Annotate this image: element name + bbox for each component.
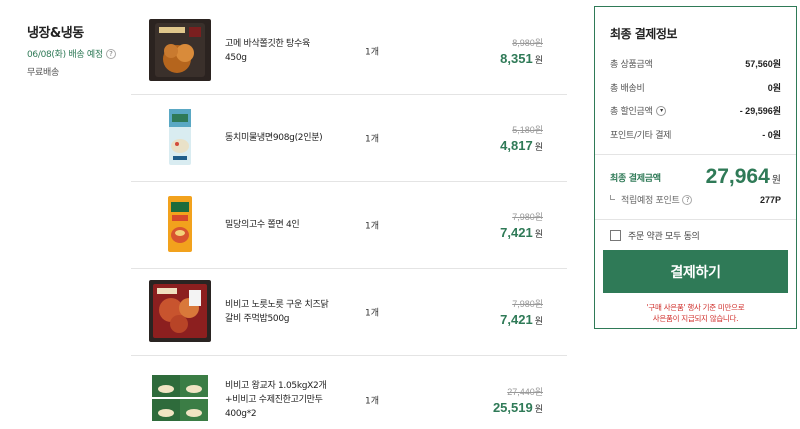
gift-notice: '구매 사은품' 행사 기준 미만으로 사은품이 지급되지 않습니다. xyxy=(595,302,796,324)
product-name[interactable]: 비비고 왕교자 1.05kgX2개+비비고 수제진한고기만두400g*2 xyxy=(225,379,333,421)
product-image[interactable] xyxy=(149,106,211,168)
final-total-row: 최종 결제금액 27,964 원 xyxy=(610,165,781,189)
product-image[interactable] xyxy=(149,280,211,342)
product-name[interactable]: 고메 바삭쫄깃한 탕수육 450g xyxy=(225,37,333,65)
row-value: - 29,596원 xyxy=(739,106,781,116)
row-label: 포인트/기타 결제 xyxy=(610,131,672,141)
summary-title: 최종 결제정보 xyxy=(610,27,677,41)
product-price: 27,440원 25,519 원 xyxy=(493,385,543,415)
cart-item: 밀당의고수 쫄면 4인 1개 7,980원 7,421 원 xyxy=(131,182,567,269)
expected-points-row: 적립예정 포인트 ? 277P xyxy=(610,193,781,206)
points-label: 적립예정 포인트 ? xyxy=(610,193,693,206)
currency-unit: 원 xyxy=(534,56,543,66)
final-total-value: 27,964 xyxy=(705,165,770,188)
gift-notice-line: '구매 사은품' 행사 기준 미만으로 xyxy=(646,303,745,312)
product-price: 7,980원 7,421 원 xyxy=(500,210,543,240)
currency-unit: 원 xyxy=(534,317,543,327)
final-total-label: 최종 결제금액 xyxy=(610,173,661,184)
product-quantity: 1개 xyxy=(365,221,380,232)
points-payment-row: 포인트/기타 결제 - 0원 xyxy=(610,128,781,141)
total-discount-row: 총 할인금액 ▾ - 29,596원 xyxy=(610,104,781,117)
product-image[interactable] xyxy=(149,193,211,255)
product-image[interactable] xyxy=(149,367,211,429)
row-value: 0원 xyxy=(767,83,781,93)
divider xyxy=(595,219,796,220)
product-price: 7,980원 7,421 원 xyxy=(500,297,543,327)
discount-price-value: 4,817 xyxy=(500,138,533,153)
currency-unit: 원 xyxy=(534,404,543,415)
discount-price: 25,519 원 xyxy=(493,400,543,415)
help-icon[interactable]: ? xyxy=(682,194,693,205)
agree-checkbox[interactable] xyxy=(610,230,621,241)
total-product-amount-row: 총 상품금액 57,560원 xyxy=(610,57,781,70)
product-quantity: 1개 xyxy=(365,308,380,319)
pay-button[interactable]: 결제하기 xyxy=(603,250,788,293)
product-price: 8,980원 8,351 원 xyxy=(500,36,543,66)
product-quantity: 1개 xyxy=(365,134,380,145)
original-price: 5,180원 xyxy=(512,125,543,135)
cart-item: 동치미물냉면908g(2인분) 1개 5,180원 4,817 원 xyxy=(131,95,567,182)
agree-label[interactable]: 주문 약관 모두 동의 xyxy=(628,229,700,242)
original-price: 7,980원 xyxy=(512,299,543,309)
points-value: 277P xyxy=(759,194,781,205)
row-label: 총 할인금액 ▾ xyxy=(610,104,667,117)
chevron-down-icon[interactable]: ▾ xyxy=(656,105,667,116)
currency-unit: 원 xyxy=(534,230,543,240)
total-shipping-row: 총 배송비 0원 xyxy=(610,81,781,94)
cart-item: 비비고 왕교자 1.05kgX2개+비비고 수제진한고기만두400g*2 1개 … xyxy=(131,356,567,429)
discount-price: 7,421 원 xyxy=(500,312,543,327)
row-label-text: 총 할인금액 xyxy=(610,107,653,117)
product-name[interactable]: 비비고 노릇노릇 구운 치즈닭갈비 주먹밥500g xyxy=(225,298,333,326)
original-price: 8,980원 xyxy=(512,38,543,48)
discount-price-value: 7,421 xyxy=(500,225,533,240)
currency-unit: 원 xyxy=(771,175,781,186)
row-value: 57,560원 xyxy=(745,59,781,69)
row-value: - 0원 xyxy=(762,130,781,140)
delivery-date-text: 06/08(화) 배송 예정 xyxy=(27,50,103,60)
gift-notice-line: 사은품이 지급되지 않습니다. xyxy=(652,314,739,323)
currency-unit: 원 xyxy=(534,143,543,153)
points-label-text: 적립예정 포인트 xyxy=(621,196,680,206)
group-title: 냉장&냉동 xyxy=(27,26,84,41)
discount-price-value: 7,421 xyxy=(500,312,533,327)
product-quantity: 1개 xyxy=(365,47,380,58)
discount-price-value: 25,519 xyxy=(492,399,533,415)
row-label: 총 상품금액 xyxy=(610,60,653,70)
agree-all-terms[interactable]: 주문 약관 모두 동의 xyxy=(610,229,700,242)
cart-item: 고메 바삭쫄깃한 탕수육 450g 1개 8,980원 8,351 원 xyxy=(131,8,567,95)
delivery-date: 06/08(화) 배송 예정 ? xyxy=(27,47,137,60)
cart-item-list: 고메 바삭쫄깃한 탕수육 450g 1개 8,980원 8,351 원 동치미물냉… xyxy=(131,8,567,429)
product-quantity: 1개 xyxy=(365,396,380,406)
indent-icon xyxy=(610,195,615,200)
divider xyxy=(595,154,796,155)
product-price: 5,180원 4,817 원 xyxy=(500,123,543,153)
product-name[interactable]: 동치미물냉면908g(2인분) xyxy=(225,131,333,145)
help-icon[interactable]: ? xyxy=(105,48,116,59)
row-label: 총 배송비 xyxy=(610,84,645,94)
shipping-fee-text: 무료배송 xyxy=(27,68,59,78)
cart-item: 비비고 노릇노릇 구운 치즈닭갈비 주먹밥500g 1개 7,980원 7,42… xyxy=(131,269,567,356)
delivery-group: 냉장&냉동 06/08(화) 배송 예정 ? 무료배송 xyxy=(27,22,137,78)
discount-price: 7,421 원 xyxy=(500,225,543,240)
payment-summary-panel: 최종 결제정보 총 상품금액 57,560원 총 배송비 0원 총 할인금액 ▾… xyxy=(594,6,797,329)
original-price: 7,980원 xyxy=(512,212,543,222)
original-price: 27,440원 xyxy=(507,386,543,397)
final-total-amount: 27,964 원 xyxy=(706,165,781,189)
product-image[interactable] xyxy=(149,19,211,81)
discount-price: 4,817 원 xyxy=(500,138,543,153)
discount-price: 8,351 원 xyxy=(500,51,543,66)
product-name[interactable]: 밀당의고수 쫄면 4인 xyxy=(225,218,333,232)
discount-price-value: 8,351 xyxy=(500,51,533,66)
